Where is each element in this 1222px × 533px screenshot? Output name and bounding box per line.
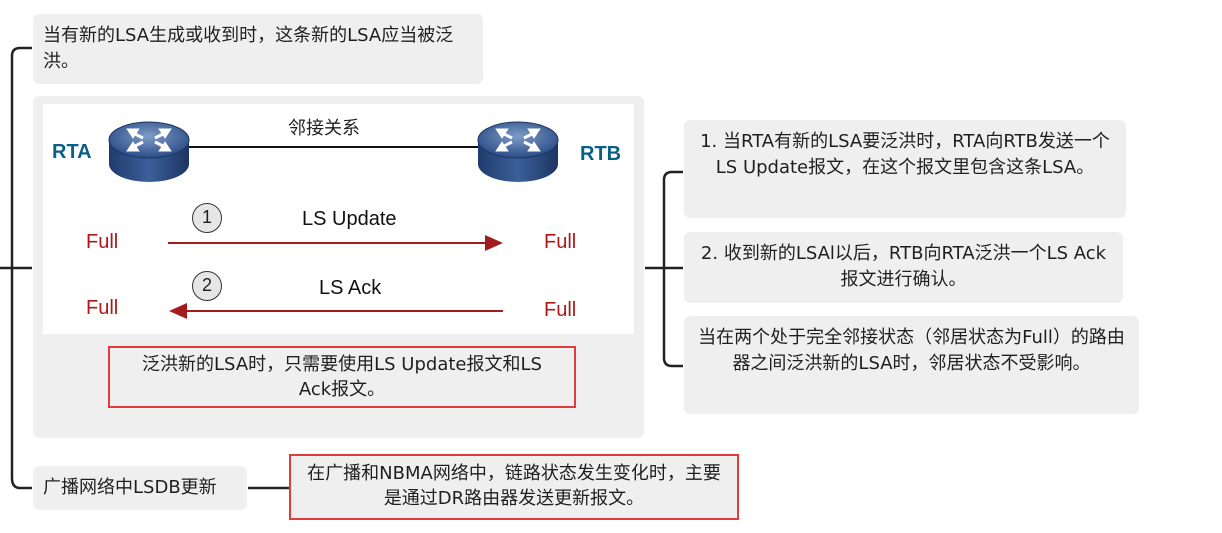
right-note-1-text: 1. 当RTA有新的LSA要泛洪时，RTA向RTB发送一个LS Update报文… [700,131,1110,178]
right-note-3-text: 当在两个处于完全邻接状态（邻居状态为Full）的路由器之间泛洪新的LSA时，邻居… [698,327,1125,374]
router-b-name: RTB [580,143,622,165]
adjacency-label: 邻接关系 [288,118,360,139]
flooding-summary: 泛洪新的LSA时，只需要使用LS Update报文和LS Ack报文。 [108,346,576,408]
bottom-label-text: 广播网络中LSDB更新 [43,477,217,498]
right-note-2: 2. 收到新的LSAl以后，RTB向RTA泛洪一个LS Ack报文进行确认。 [684,232,1123,303]
router-a-icon [108,121,190,182]
right-note-3: 当在两个处于完全邻接状态（邻居状态为Full）的路由器之间泛洪新的LSA时，邻居… [684,316,1139,414]
step-2-right-state: Full [544,299,577,321]
ls-update-label: LS Update [302,208,397,230]
bottom-label: 广播网络中LSDB更新 [33,466,247,510]
step-2-marker: 2 [192,271,222,301]
right-note-2-text: 2. 收到新的LSAl以后，RTB向RTA泛洪一个LS Ack报文进行确认。 [700,243,1107,290]
step-2-left-state: Full [86,297,119,319]
step-1-right-state: Full [544,231,577,253]
router-a-name: RTA [52,141,92,163]
diagram-canvas: 邻接关系 RTA RTB 1 LS Update Full Full 2 LS … [43,104,634,334]
step-1-left-state: Full [86,231,119,253]
bottom-note: 在广播和NBMA网络中，链路状态发生变化时，主要是通过DR路由器发送更新报文。 [289,454,739,520]
top-note: 当有新的LSA生成或收到时，这条新的LSA应当被泛洪。 [33,14,483,84]
top-note-text: 当有新的LSA生成或收到时，这条新的LSA应当被泛洪。 [43,25,454,72]
flooding-summary-text: 泛洪新的LSA时，只需要使用LS Update报文和LS Ack报文。 [142,354,542,400]
bottom-note-text: 在广播和NBMA网络中，链路状态发生变化时，主要是通过DR路由器发送更新报文。 [307,463,721,509]
right-note-1: 1. 当RTA有新的LSA要泛洪时，RTA向RTB发送一个LS Update报文… [684,120,1126,218]
router-b-icon [477,121,559,182]
step-1-marker: 1 [192,203,222,233]
ls-ack-label: LS Ack [319,277,382,299]
